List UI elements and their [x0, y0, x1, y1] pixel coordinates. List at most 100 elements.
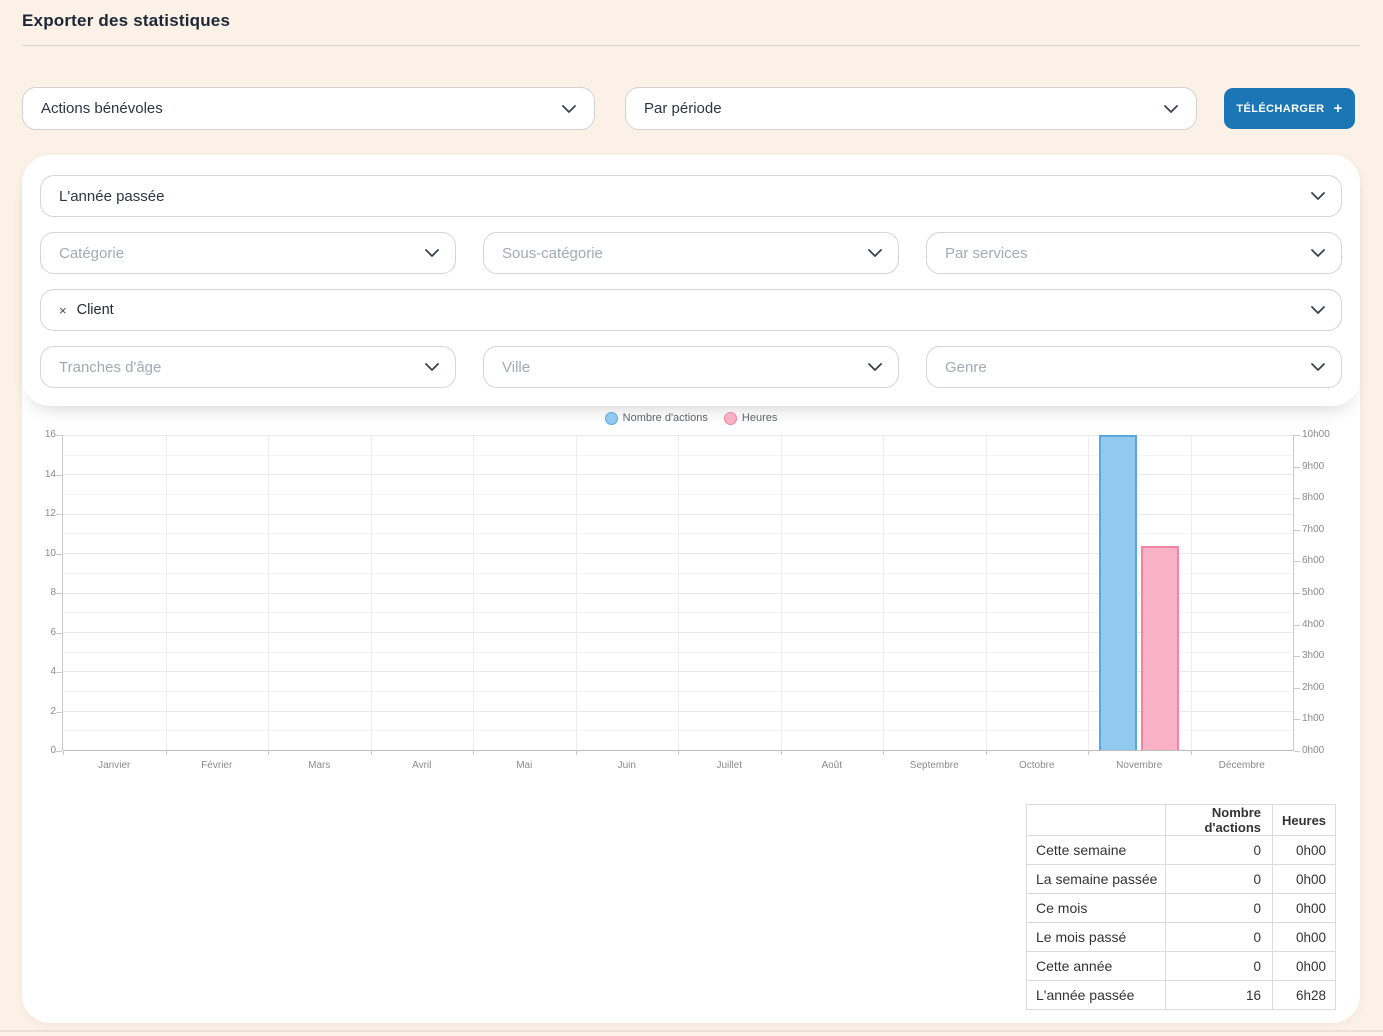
subcategory-placeholder: Sous-catégorie — [502, 245, 603, 262]
beneficiary-select[interactable]: × Client — [40, 289, 1342, 331]
row-actions-value: 16 — [1166, 981, 1273, 1010]
row-actions-value: 0 — [1166, 894, 1273, 923]
row-label: Ce mois — [1027, 894, 1166, 923]
gridline-vertical — [781, 435, 782, 750]
gridline-vertical — [1191, 435, 1192, 750]
y2-axis-tick — [1294, 530, 1300, 531]
y2-axis-label: 4h00 — [1302, 619, 1350, 630]
y-axis-label: 14 — [24, 469, 56, 480]
x-axis-tick — [781, 750, 782, 755]
gridline-vertical — [678, 435, 679, 750]
row-actions-value: 0 — [1166, 952, 1273, 981]
x-axis-label: Septembre — [883, 760, 986, 771]
heures-legend-dot — [724, 412, 737, 425]
table-row: Cette année00h00 — [1027, 952, 1336, 981]
y2-axis-tick — [1294, 751, 1300, 752]
city-select[interactable]: Ville — [483, 346, 899, 388]
legend-item-heures: Heures — [724, 412, 777, 425]
y-axis-tick — [56, 554, 62, 555]
y2-axis-label: 0h00 — [1302, 745, 1350, 756]
table-row: La semaine passée00h00 — [1027, 865, 1336, 894]
x-axis-label: Août — [781, 760, 884, 771]
remove-chip-icon[interactable]: × — [59, 304, 67, 317]
gender-placeholder: Genre — [945, 359, 987, 376]
x-axis-label: Mars — [268, 760, 371, 771]
chevron-down-icon — [425, 249, 439, 257]
chevron-down-icon — [562, 105, 576, 113]
services-select[interactable]: Par services — [926, 232, 1342, 274]
subcategory-select[interactable]: Sous-catégorie — [483, 232, 899, 274]
chevron-down-icon — [868, 363, 882, 371]
x-axis-label: Janvier — [63, 760, 166, 771]
chevron-down-icon — [1311, 306, 1325, 314]
row-label: Le mois passé — [1027, 923, 1166, 952]
x-axis-tick — [883, 750, 884, 755]
y2-axis-label: 1h00 — [1302, 713, 1350, 724]
x-axis-label: Février — [166, 760, 269, 771]
category-select[interactable]: Catégorie — [40, 232, 456, 274]
chevron-down-icon — [425, 363, 439, 371]
table-row: L'année passée166h28 — [1027, 981, 1336, 1010]
y-axis-tick — [56, 751, 62, 752]
gridline-vertical — [1088, 435, 1089, 750]
y-axis-label: 0 — [24, 745, 56, 756]
table-row: Cette semaine00h00 — [1027, 836, 1336, 865]
x-axis-tick — [166, 750, 167, 755]
heures-legend-label: Heures — [742, 412, 777, 424]
category-placeholder: Catégorie — [59, 245, 124, 262]
y-axis-tick — [56, 435, 62, 436]
y2-axis-tick — [1294, 435, 1300, 436]
x-axis-tick — [1191, 750, 1192, 755]
page-title: Exporter des statistiques — [22, 11, 230, 31]
row-heures-value: 0h00 — [1273, 923, 1336, 952]
export-type-select[interactable]: Actions bénévoles — [22, 87, 595, 130]
y-axis-tick — [56, 514, 62, 515]
actions-legend-label: Nombre d'actions — [623, 412, 708, 424]
group-by-value: Par période — [644, 100, 722, 117]
chevron-down-icon — [1164, 105, 1178, 113]
y2-axis-label: 6h00 — [1302, 555, 1350, 566]
y2-axis-tick — [1294, 498, 1300, 499]
age-select[interactable]: Tranches d'âge — [40, 346, 456, 388]
gridline-vertical — [268, 435, 269, 750]
filter-panel: L'année passée Catégorie Sous-catégorie … — [22, 155, 1360, 406]
x-axis-tick — [268, 750, 269, 755]
x-axis-label: Avril — [371, 760, 474, 771]
row-heures-value: 0h00 — [1273, 894, 1336, 923]
row-heures-value: 0h00 — [1273, 952, 1336, 981]
download-button[interactable]: TÉLÉCHARGER + — [1224, 88, 1355, 129]
stats-table: Nombre d'actions Heures Cette semaine00h… — [1026, 804, 1336, 1010]
gridline-vertical — [166, 435, 167, 750]
y2-axis-tick — [1294, 719, 1300, 720]
actions-legend-dot — [605, 412, 618, 425]
period-value: L'année passée — [59, 188, 164, 205]
y-axis-tick — [56, 672, 62, 673]
export-type-value: Actions bénévoles — [41, 100, 163, 117]
gridline-vertical — [986, 435, 987, 750]
gender-select[interactable]: Genre — [926, 346, 1342, 388]
legend-item-actions: Nombre d'actions — [605, 412, 708, 425]
row-label: La semaine passée — [1027, 865, 1166, 894]
y2-axis-tick — [1294, 656, 1300, 657]
chart-section: Nombre d'actions Heures JanvierFévrierMa… — [22, 408, 1360, 795]
y-axis-tick — [56, 475, 62, 476]
period-select[interactable]: L'année passée — [40, 175, 1342, 217]
gridline-vertical — [371, 435, 372, 750]
client-chip: × Client — [59, 302, 114, 318]
gridline-vertical — [576, 435, 577, 750]
y-axis-tick — [56, 712, 62, 713]
y-axis-label: 16 — [24, 429, 56, 440]
y-axis-label: 2 — [24, 706, 56, 717]
group-by-select[interactable]: Par période — [625, 87, 1197, 130]
row-heures-value: 0h00 — [1273, 865, 1336, 894]
header-heures: Heures — [1273, 805, 1336, 836]
table-header-row: Nombre d'actions Heures — [1027, 805, 1336, 836]
y2-axis-tick — [1294, 593, 1300, 594]
x-axis-label: Décembre — [1191, 760, 1294, 771]
bottom-divider — [0, 1030, 1383, 1032]
actions-bar — [1099, 435, 1137, 750]
y-axis-label: 4 — [24, 666, 56, 677]
chevron-down-icon — [868, 249, 882, 257]
x-axis-tick — [371, 750, 372, 755]
table-row: Ce mois00h00 — [1027, 894, 1336, 923]
